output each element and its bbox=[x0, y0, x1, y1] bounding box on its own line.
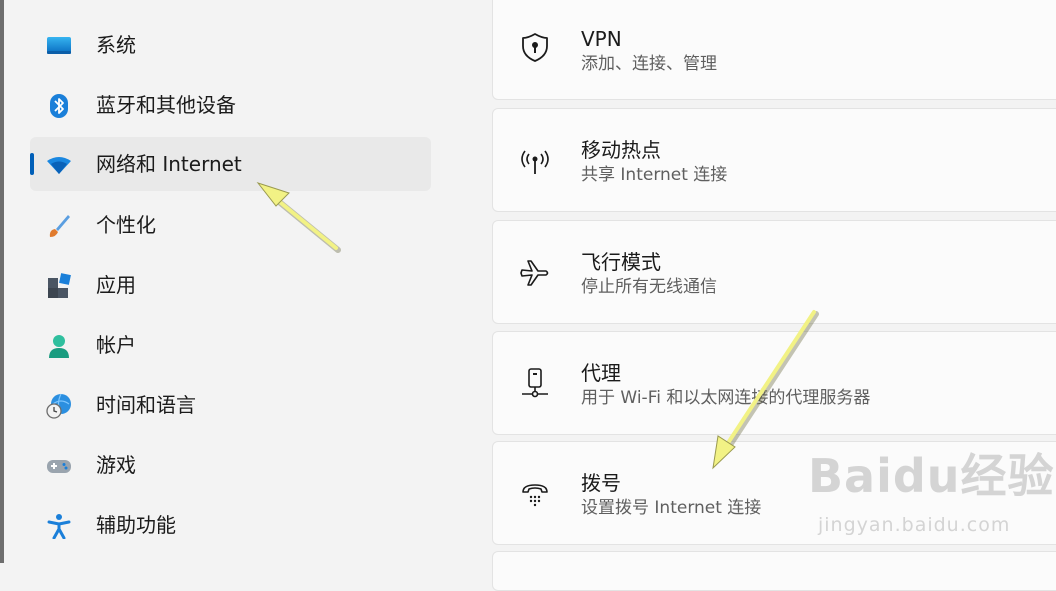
sidebar-item-accessibility[interactable]: 辅助功能 bbox=[30, 498, 431, 552]
card-subtitle: 添加、连接、管理 bbox=[581, 54, 717, 74]
network-settings-list: VPN 添加、连接、管理 移动热点 共享 Internet 连接 飞行模式 停止… bbox=[492, 0, 1056, 591]
sidebar-item-bluetooth[interactable]: 蓝牙和其他设备 bbox=[30, 78, 431, 132]
sidebar-item-gaming[interactable]: 游戏 bbox=[30, 438, 431, 492]
sidebar-item-label: 时间和语言 bbox=[96, 393, 196, 417]
apps-icon bbox=[48, 273, 71, 298]
sidebar-item-label: 个性化 bbox=[96, 213, 156, 237]
card-title: 拨号 bbox=[581, 471, 621, 495]
dialup-icon bbox=[522, 484, 548, 507]
hotspot-icon bbox=[521, 150, 549, 174]
account-icon bbox=[49, 335, 69, 358]
card-title: 代理 bbox=[581, 361, 621, 385]
paintbrush-icon bbox=[49, 215, 70, 237]
dialup-card[interactable]: 拨号 设置拨号 Internet 连接 bbox=[492, 441, 1056, 545]
bluetooth-icon bbox=[50, 94, 68, 118]
selection-indicator bbox=[30, 153, 34, 175]
gamepad-icon bbox=[47, 460, 71, 473]
sidebar-item-accounts[interactable]: 帐户 bbox=[30, 318, 431, 372]
shield-icon bbox=[522, 33, 548, 62]
sidebar-item-network[interactable]: 网络和 Internet bbox=[30, 137, 431, 191]
card-title: 移动热点 bbox=[581, 138, 661, 162]
sidebar-item-label: 辅助功能 bbox=[96, 513, 176, 537]
wifi-icon bbox=[47, 157, 71, 174]
sidebar-item-label: 网络和 Internet bbox=[96, 152, 242, 176]
card-title: 飞行模式 bbox=[581, 250, 661, 274]
sidebar-item-apps[interactable]: 应用 bbox=[30, 258, 431, 312]
sidebar-item-label: 游戏 bbox=[96, 453, 136, 477]
airplane-icon bbox=[520, 260, 549, 286]
proxy-card[interactable]: 代理 用于 Wi-Fi 和以太网连接的代理服务器 bbox=[492, 331, 1056, 435]
sidebar-item-label: 应用 bbox=[96, 273, 136, 297]
sidebar-item-personalization[interactable]: 个性化 bbox=[30, 198, 431, 252]
sidebar-item-label: 蓝牙和其他设备 bbox=[96, 93, 236, 117]
time-language-icon bbox=[46, 393, 71, 419]
proxy-icon bbox=[522, 368, 548, 398]
accessibility-icon bbox=[47, 514, 71, 539]
mobile-hotspot-card[interactable]: 移动热点 共享 Internet 连接 bbox=[492, 108, 1056, 212]
sidebar-item-label: 系统 bbox=[96, 33, 136, 57]
sidebar-item-time-language[interactable]: 时间和语言 bbox=[30, 378, 431, 432]
airplane-mode-card[interactable]: 飞行模式 停止所有无线通信 bbox=[492, 220, 1056, 324]
next-card-partial[interactable] bbox=[492, 551, 1056, 591]
card-subtitle: 停止所有无线通信 bbox=[581, 277, 717, 297]
sidebar-item-system[interactable]: 系统 bbox=[30, 18, 431, 72]
card-title: VPN bbox=[581, 27, 622, 51]
vpn-card[interactable]: VPN 添加、连接、管理 bbox=[492, 0, 1056, 100]
sidebar-item-label: 帐户 bbox=[96, 333, 136, 357]
card-subtitle: 共享 Internet 连接 bbox=[581, 165, 728, 185]
monitor-icon bbox=[47, 37, 71, 54]
card-subtitle: 设置拨号 Internet 连接 bbox=[581, 498, 762, 518]
card-subtitle: 用于 Wi-Fi 和以太网连接的代理服务器 bbox=[581, 388, 871, 408]
sidebar-nav: 系统 蓝牙和其他设备 网络和 Internet 个性化 应用 帐户 时间和语言 … bbox=[4, 0, 490, 563]
